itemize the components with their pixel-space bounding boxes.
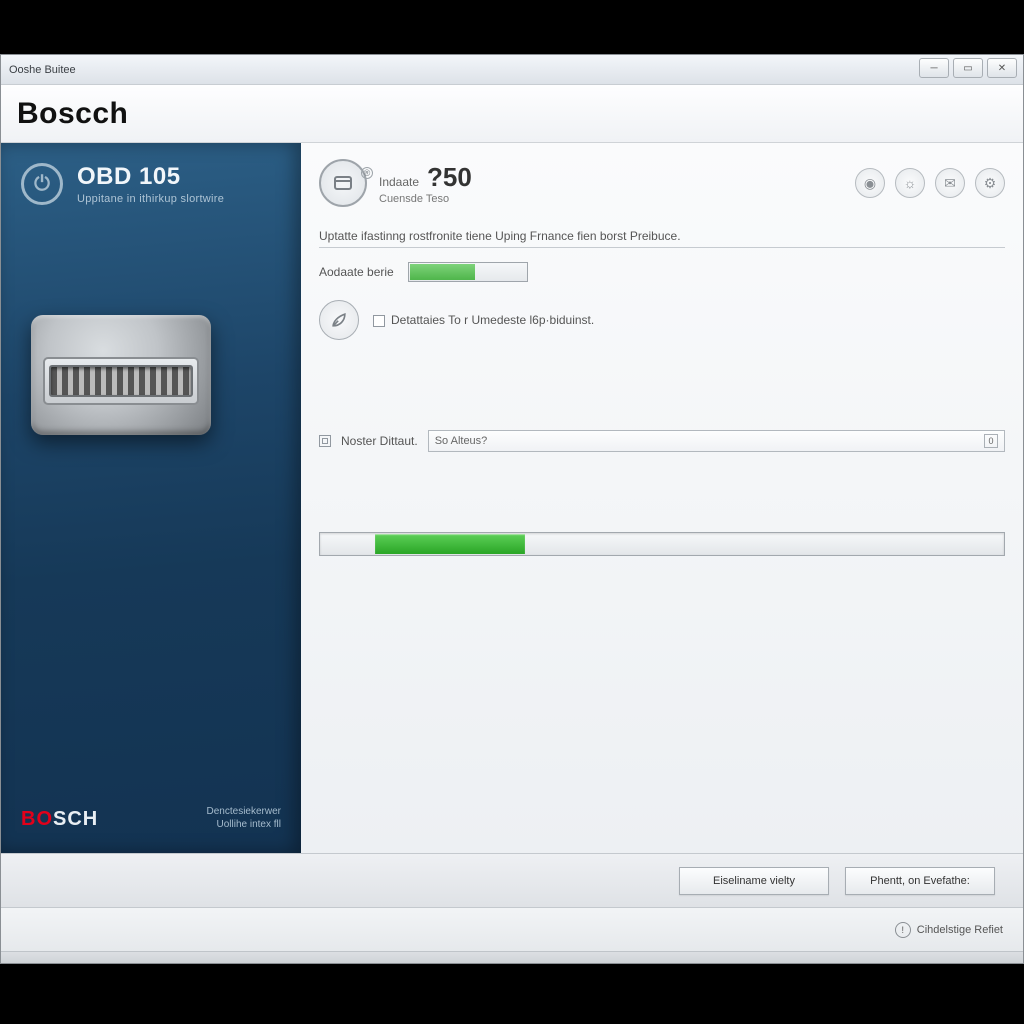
- mini-progress: [408, 262, 528, 282]
- main-progress-fill: [375, 534, 525, 554]
- status-text: Cihdelstige Refiet: [917, 924, 1003, 936]
- button-bar: Eiseliname vielty Phentt, on Evefathe:: [1, 853, 1023, 907]
- tool-icon-4[interactable]: ⚙: [975, 168, 1005, 198]
- maximize-button[interactable]: ▭: [953, 58, 983, 78]
- sidebar-header: ⏻ OBD 105 Uppitane in ithirkup slortwire: [21, 163, 281, 205]
- field-icon: [319, 435, 331, 447]
- product-icon: ⏻: [21, 163, 63, 205]
- status-icon: !: [895, 922, 911, 938]
- sidebar-footer-text: Denctesiekerwer Uollihe intex fll: [207, 805, 281, 831]
- update-row: Aodaate berie: [319, 262, 1005, 282]
- field-stepper[interactable]: 0: [984, 434, 998, 448]
- bosch-logo: BOSCH: [21, 808, 98, 831]
- update-label: Aodaate berie: [319, 265, 394, 279]
- header-number: ?50: [427, 162, 472, 193]
- brand-name: Boscch: [17, 97, 128, 131]
- update-icon: ®: [319, 159, 367, 207]
- leaf-icon: [319, 300, 359, 340]
- window-title: Ooshe Buitee: [7, 64, 76, 76]
- sidebar-footer: BOSCH Denctesiekerwer Uollihe intex fll: [21, 805, 281, 837]
- window-controls: ─ ▭ ✕: [919, 58, 1017, 78]
- header-icon-group: ◉ ☼ ✉ ⚙: [855, 168, 1005, 198]
- window-footer-divider: [1, 951, 1023, 963]
- minimize-button[interactable]: ─: [919, 58, 949, 78]
- app-window: Ooshe Buitee ─ ▭ ✕ Boscch ⏻ OBD 105 Uppi…: [0, 54, 1024, 964]
- section-title: Uptatte ifastinng rostfronite tiene Upin…: [319, 229, 1005, 248]
- field-input[interactable]: So Alteus? 0: [428, 430, 1005, 452]
- tool-icon-1[interactable]: ◉: [855, 168, 885, 198]
- field-row: Noster Dittaut. So Alteus? 0: [319, 430, 1005, 452]
- main-header: ® Indaate ?50 Cuensde Teso ◉ ☼ ✉ ⚙: [319, 159, 1005, 207]
- main-progress: [319, 532, 1005, 556]
- product-title: OBD 105: [77, 163, 224, 191]
- header-small-1: Indaate: [379, 175, 419, 189]
- brand-header: Boscch: [1, 85, 1023, 143]
- sidebar: ⏻ OBD 105 Uppitane in ithirkup slortwire…: [1, 143, 301, 853]
- notice-text: Detattaies To r Umedeste l6p·biduinst.: [391, 313, 594, 327]
- notice-row: Detattaies To r Umedeste l6p·biduinst.: [319, 300, 1005, 340]
- field-value: So Alteus?: [435, 435, 488, 447]
- main-panel: ® Indaate ?50 Cuensde Teso ◉ ☼ ✉ ⚙ Uptat…: [301, 143, 1023, 853]
- tool-icon-3[interactable]: ✉: [935, 168, 965, 198]
- device-image: [31, 315, 211, 435]
- notice-checkbox[interactable]: [373, 315, 385, 327]
- header-small-2: Cuensde Teso: [379, 193, 472, 205]
- registered-icon: ®: [361, 167, 373, 179]
- primary-button[interactable]: Phentt, on Evefathe:: [845, 867, 995, 895]
- tool-icon-2[interactable]: ☼: [895, 168, 925, 198]
- close-button[interactable]: ✕: [987, 58, 1017, 78]
- mini-progress-fill: [410, 264, 475, 280]
- body: ⏻ OBD 105 Uppitane in ithirkup slortwire…: [1, 143, 1023, 853]
- status-bar: ! Cihdelstige Refiet: [1, 907, 1023, 951]
- titlebar: Ooshe Buitee ─ ▭ ✕: [1, 55, 1023, 85]
- product-subtitle: Uppitane in ithirkup slortwire: [77, 193, 224, 205]
- field-label: Noster Dittaut.: [341, 434, 418, 448]
- secondary-button[interactable]: Eiseliname vielty: [679, 867, 829, 895]
